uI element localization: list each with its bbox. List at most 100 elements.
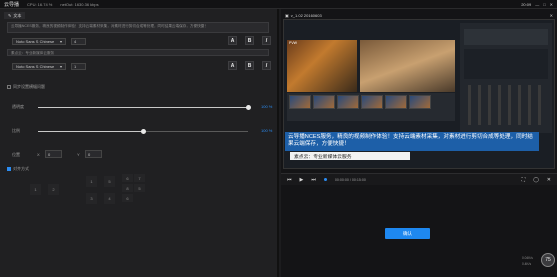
cpu-usage: CPU: 16.74 % (27, 1, 53, 7)
settings-icon[interactable]: ◯ (533, 177, 539, 183)
anchor-cell[interactable]: 6 (122, 194, 133, 202)
scale-fill (38, 131, 143, 132)
mixer-knobs (464, 49, 548, 79)
anchor-checkbox[interactable] (7, 167, 11, 171)
source-thumb[interactable] (409, 95, 431, 109)
download-speed: 0.4K/s (522, 262, 532, 266)
mixer-fader[interactable] (518, 85, 521, 125)
mixer-fader[interactable] (488, 85, 491, 125)
anchor-option[interactable]: 对齐方式 (7, 166, 29, 172)
bg-sync-option[interactable]: 同步设置横幅问题 (7, 84, 45, 90)
mixer-fader[interactable] (468, 85, 471, 125)
anchor-cell[interactable]: 5 (104, 176, 115, 187)
italic-button[interactable]: I (262, 36, 271, 45)
anchor-cell[interactable]: 2 (48, 184, 59, 195)
lower-third-overlay: 素点云：专业新媒体云服务 (290, 152, 410, 160)
font-select-1-value: Noto Sans S Chinese (16, 39, 55, 44)
source-thumb[interactable] (313, 95, 335, 109)
mixer-panel (460, 23, 552, 133)
skip-back-icon[interactable]: ⏮ (287, 177, 292, 183)
mixer-fader[interactable] (498, 85, 501, 125)
network-monitor: 0.04K/s 0.4K/s 75 (522, 250, 555, 274)
mixer-header (464, 29, 548, 45)
opacity-value: 100 % (261, 104, 273, 109)
anchor-cell[interactable]: 3 (86, 193, 97, 204)
mixer-fader[interactable] (528, 85, 531, 125)
anchor-cell[interactable]: 1 (30, 184, 41, 195)
source-thumb[interactable] (385, 95, 407, 109)
anchor-cell[interactable]: 7 (134, 174, 145, 182)
confirm-button[interactable]: 确认 (385, 228, 430, 239)
text-color-button-2[interactable]: A (228, 61, 237, 70)
y-input[interactable]: 0 (85, 150, 102, 158)
anchor-cell[interactable]: 6 (122, 174, 133, 182)
text-color-button[interactable]: A (228, 36, 237, 45)
app-title: 云导播 (4, 1, 20, 8)
thumb-strip (287, 93, 455, 121)
cpu-gauge[interactable]: 75 (541, 253, 555, 267)
mixer-fader[interactable] (478, 85, 481, 125)
minimize-icon[interactable]: — (535, 2, 539, 7)
upload-speed: 0.04K/s (522, 256, 533, 260)
opacity-label: 透明度 (12, 104, 24, 109)
font-select-2-value: Noto Sans S Chinese (16, 64, 55, 69)
close-icon[interactable]: ✕ (547, 177, 551, 183)
subtitle-textarea[interactable]: 素点云：专业新媒体云服务 (7, 49, 269, 56)
anchor-label: 对齐方式 (13, 166, 29, 171)
program-video: PVW (287, 40, 357, 92)
position-label: 位置 (12, 152, 20, 157)
bold-button[interactable]: B (245, 36, 254, 45)
mixer-fader[interactable] (538, 85, 541, 125)
edit-icon: ✎ (8, 13, 12, 18)
y-label: Y (77, 152, 80, 157)
close-preview-icon[interactable]: ✕ (550, 13, 553, 18)
play-icon[interactable]: ▶ (300, 177, 304, 183)
window-icon: ▣ (285, 13, 289, 18)
font-select-1[interactable]: Noto Sans S Chinese ▾ (12, 38, 66, 45)
italic-button-2[interactable]: I (262, 61, 271, 70)
caption-overlay: 云导播NCES服务，精良的视频制作体验！支持云端素材采集，对素材进行剪切合成等处… (285, 132, 539, 151)
x-label: X (37, 152, 40, 157)
tab-text-label: 文本 (13, 12, 22, 18)
mixer-fader[interactable] (508, 85, 511, 125)
font-size-1[interactable]: 4 (71, 38, 86, 45)
playback-controls: ⏮ ▶ ⏭ 00:00:00 / 00:15:00 ⛶ ◯ ✕ (281, 173, 557, 185)
chevron-down-icon: ▾ (59, 39, 62, 44)
chevron-down-icon: ▾ (59, 64, 62, 69)
opacity-handle[interactable] (246, 105, 251, 110)
net-out: netOut: 1630.36 kbps (60, 1, 99, 7)
close-icon[interactable]: ✕ (550, 2, 553, 7)
anchor-cell[interactable]: 4 (104, 193, 115, 204)
tab-text[interactable]: ✎ 文本 (4, 12, 26, 19)
opacity-fill (38, 107, 248, 108)
source-thumb[interactable] (361, 95, 383, 109)
maximize-icon[interactable]: □ (543, 2, 545, 7)
progress-dot[interactable] (323, 178, 327, 181)
skip-forward-icon[interactable]: ⏭ (311, 177, 316, 183)
scale-label: 比例 (12, 128, 20, 133)
anchor-cell[interactable]: 8 (122, 184, 133, 192)
font-select-2[interactable]: Noto Sans S Chinese ▾ (12, 63, 66, 70)
bg-sync-checkbox[interactable] (7, 85, 11, 89)
bold-button-2[interactable]: B (245, 61, 254, 70)
anchor-cell[interactable]: 1 (86, 176, 97, 187)
source-thumb[interactable] (337, 95, 359, 109)
scale-value: 100 % (261, 128, 273, 133)
anchor-grid: 1 2 1 3 5 4 6 7 8 5 6 (30, 174, 150, 210)
font-size-2[interactable]: 1 (71, 63, 86, 70)
preview-title: ▣ v_1.02 20160603 ✕ (285, 12, 553, 19)
opacity-slider[interactable] (38, 105, 251, 110)
caption-textarea[interactable]: 云导播NCES服务，精良的视频制作体验！支持云端素材采集，对素材进行剪切合成等处… (7, 22, 269, 33)
source-thumb[interactable] (289, 95, 311, 109)
fullscreen-icon[interactable]: ⛶ (522, 177, 526, 183)
x-input[interactable]: 0 (45, 150, 62, 158)
scale-handle[interactable] (141, 129, 146, 134)
anchor-cell[interactable]: 5 (134, 184, 145, 192)
timecode: 00:00:00 / 00:15:00 (334, 177, 366, 182)
top-bar: 云导播 CPU: 16.74 % netOut: 1630.36 kbps 20… (0, 0, 557, 9)
pvw-label: PVW (289, 41, 297, 45)
clock: 20:09 (521, 1, 532, 7)
scale-slider[interactable] (38, 129, 248, 134)
bg-sync-label: 同步设置横幅问题 (13, 84, 45, 89)
preview-video (360, 40, 455, 92)
